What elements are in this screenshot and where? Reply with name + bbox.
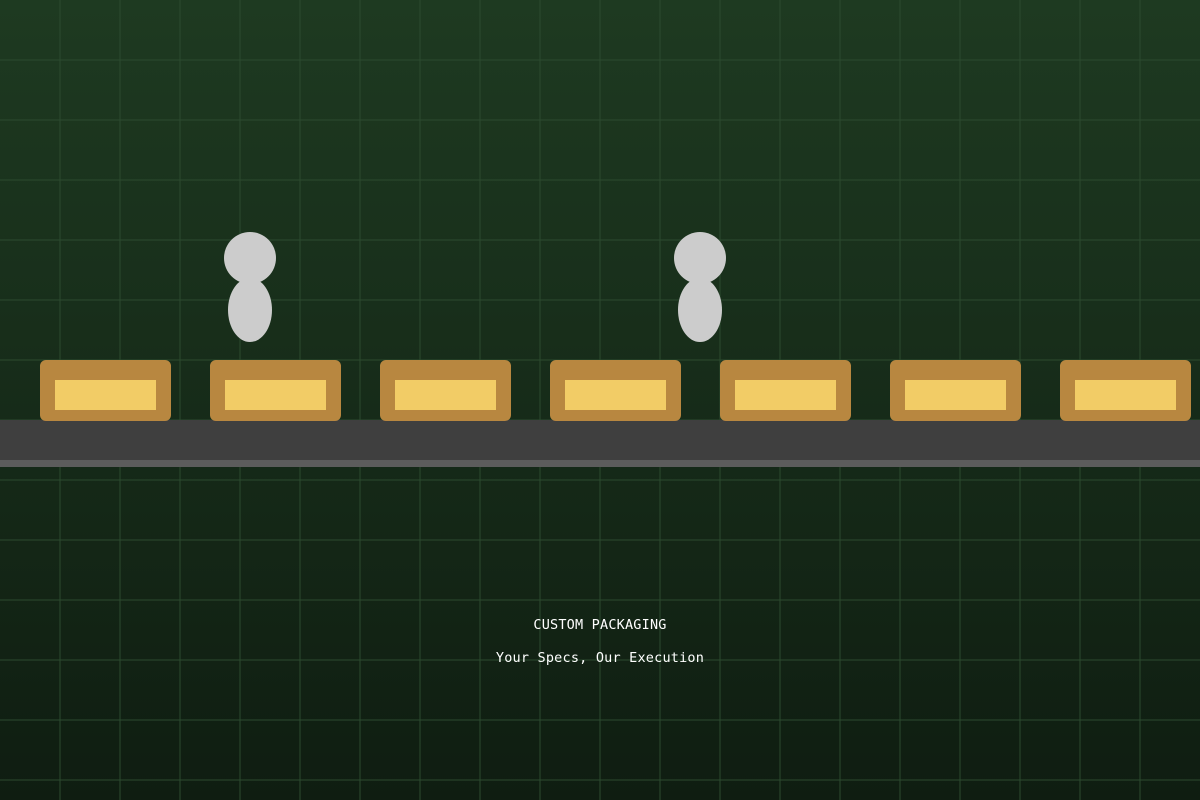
bottle-figure-body bbox=[228, 278, 272, 342]
package-box-label bbox=[565, 380, 666, 410]
caption-subtitle: Your Specs, Our Execution bbox=[495, 650, 705, 666]
package-box-label bbox=[55, 380, 156, 410]
package-box-label bbox=[395, 380, 496, 410]
bottle-figure-icon bbox=[224, 232, 276, 342]
package-box-label bbox=[225, 380, 326, 410]
package-box-icon bbox=[210, 360, 341, 421]
caption-title: CUSTOM PACKAGING bbox=[533, 617, 667, 633]
package-box-icon bbox=[890, 360, 1021, 421]
bottle-figure-head bbox=[674, 232, 726, 284]
package-box-icon bbox=[720, 360, 851, 421]
package-box-icon bbox=[550, 360, 681, 421]
package-box-icon bbox=[380, 360, 511, 421]
package-box-label bbox=[735, 380, 836, 410]
package-box-label bbox=[1075, 380, 1176, 410]
package-box-icon bbox=[40, 360, 171, 421]
package-box-label bbox=[905, 380, 1006, 410]
packaging-scene: CUSTOM PACKAGING Your Specs, Our Executi… bbox=[0, 0, 1200, 800]
package-box-icon bbox=[1060, 360, 1191, 421]
conveyor-belt-edge bbox=[0, 460, 1200, 467]
bottle-figure-head bbox=[224, 232, 276, 284]
conveyor-belt bbox=[0, 420, 1200, 460]
bottle-figure-body bbox=[678, 278, 722, 342]
bottle-figure-icon bbox=[674, 232, 726, 342]
